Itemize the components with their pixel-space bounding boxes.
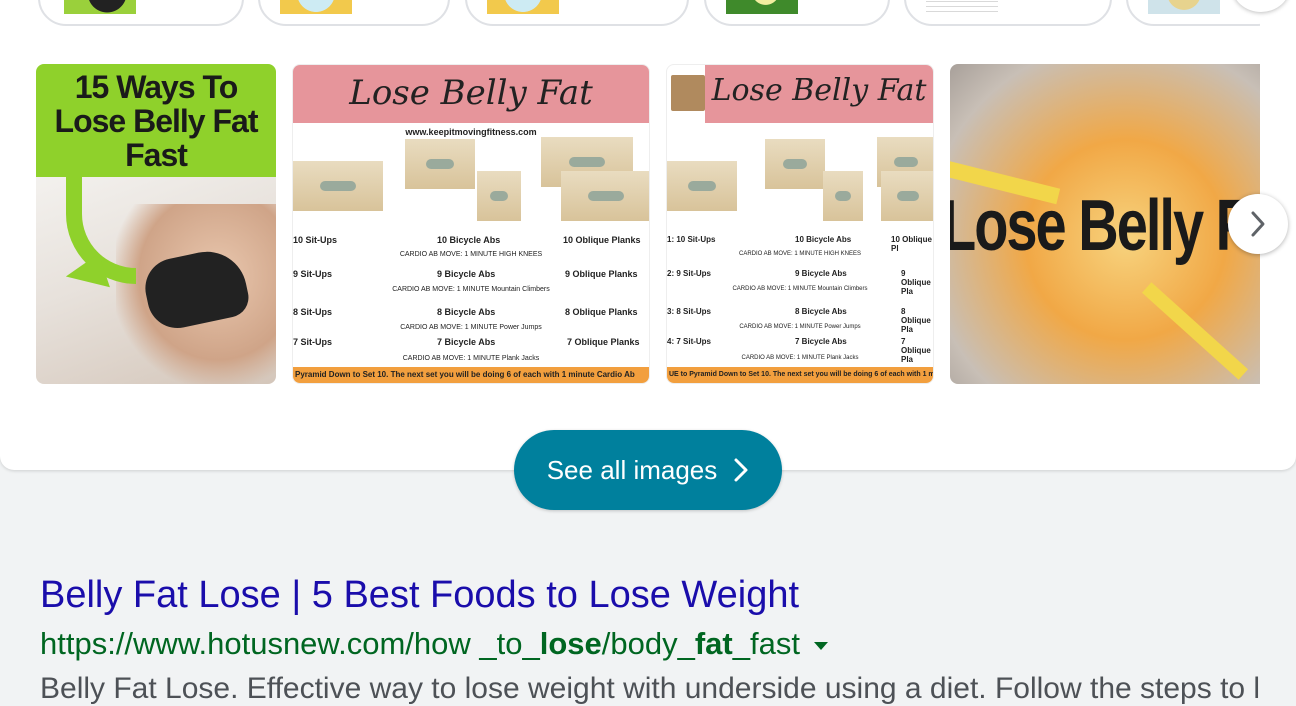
result-url[interactable]: https://www.hotusnew.com/how _to_lose/bo… bbox=[40, 626, 828, 662]
image-result-1[interactable]: 15 Ways To Lose Belly Fat Fast bbox=[36, 64, 276, 384]
result-snippet: Belly Fat Lose. Effective way to lose we… bbox=[40, 672, 1261, 705]
cardio-line: CARDIO AB MOVE: 1 MINUTE Plank Jacks bbox=[402, 355, 540, 362]
url-highlight: fat bbox=[694, 626, 733, 661]
image-result-3[interactable]: Lose Belly Fat 1: 10 Sit-Ups 10 Bicycle … bbox=[666, 64, 934, 384]
chip-thumbnail bbox=[726, 0, 798, 14]
chip-thumbnail bbox=[926, 0, 998, 14]
image-result-2[interactable]: Lose Belly Fat www.keepitmovingfitness.c… bbox=[292, 64, 650, 384]
related-chip[interactable] bbox=[38, 0, 244, 26]
exercise-photo bbox=[477, 171, 521, 221]
tile-header-text: Lose Belly Fat bbox=[349, 73, 593, 113]
cardio-line: CARDIO AB MOVE: 1 MINUTE HIGH KNEES bbox=[738, 251, 862, 257]
cardio-line: CARDIO AB MOVE: 1 MINUTE HIGH KNEES bbox=[399, 251, 543, 258]
tile-header-text: Lose Belly Fat bbox=[711, 73, 927, 108]
tile-badge-graphic bbox=[671, 75, 705, 111]
url-part: /body_ bbox=[601, 626, 695, 661]
tile-footer: UE to Pyramid Down to Set 10. The next s… bbox=[667, 367, 933, 383]
chevron-right-icon bbox=[734, 458, 748, 482]
chevron-right-icon bbox=[1251, 211, 1265, 237]
exercise-photo bbox=[765, 139, 825, 189]
chip-thumbnail bbox=[64, 0, 136, 14]
related-chip[interactable] bbox=[258, 0, 450, 26]
image-result-4[interactable]: Lose Belly Fat bbox=[950, 64, 1260, 384]
cardio-line: CARDIO AB MOVE: 1 MINUTE Mountain Climbe… bbox=[392, 286, 550, 293]
chip-thumbnail bbox=[280, 0, 352, 14]
exercise-photo bbox=[405, 139, 475, 189]
image-carousel: 15 Ways To Lose Belly Fat Fast Lose Bell… bbox=[36, 64, 1260, 384]
exercise-photo bbox=[667, 161, 737, 211]
chip-thumbnail bbox=[1148, 0, 1220, 14]
caret-down-icon[interactable] bbox=[813, 641, 828, 650]
exercise-photo bbox=[561, 171, 649, 221]
cardio-line: CARDIO AB MOVE: 1 MINUTE Power Jumps bbox=[400, 324, 542, 331]
cardio-line: CARDIO AB MOVE: 1 MINUTE Mountain Climbe… bbox=[732, 286, 868, 292]
tile-title: 15 Ways To Lose Belly Fat Fast bbox=[54, 69, 259, 173]
exercise-photo bbox=[881, 171, 933, 221]
url-part: _fast bbox=[732, 626, 800, 661]
exercise-photo bbox=[823, 171, 863, 221]
measuring-tape-graphic bbox=[1142, 282, 1248, 380]
see-all-images-button[interactable]: See all images bbox=[514, 430, 782, 510]
related-searches-chips bbox=[0, 0, 1260, 26]
chip-thumbnail bbox=[487, 0, 559, 14]
see-all-label: See all images bbox=[546, 454, 718, 485]
related-chip[interactable] bbox=[465, 0, 689, 26]
image-results-card: 15 Ways To Lose Belly Fat Fast Lose Bell… bbox=[0, 0, 1296, 470]
tile-url-text: www.keepitmovingfitness.com bbox=[405, 127, 537, 137]
result-title-link[interactable]: Belly Fat Lose | 5 Best Foods to Lose We… bbox=[40, 574, 799, 617]
tile-title: Lose Belly Fat bbox=[950, 183, 1260, 266]
cardio-line: CARDIO AB MOVE: 1 MINUTE Plank Jacks bbox=[741, 355, 859, 361]
carousel-next-button[interactable] bbox=[1228, 194, 1288, 254]
related-chip[interactable] bbox=[904, 0, 1112, 26]
related-chip[interactable] bbox=[704, 0, 890, 26]
cardio-line: CARDIO AB MOVE: 1 MINUTE Power Jumps bbox=[739, 324, 861, 330]
url-highlight: lose bbox=[539, 626, 602, 661]
tile-footer: Pyramid Down to Set 10. The next set you… bbox=[293, 367, 649, 383]
url-part: https://www.hotusnew.com/how _to_ bbox=[40, 626, 540, 661]
exercise-photo bbox=[293, 161, 383, 211]
